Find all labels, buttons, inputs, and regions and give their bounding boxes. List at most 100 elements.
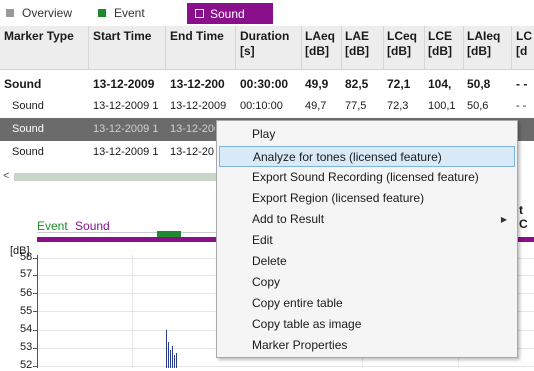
column-divider[interactable] [511,26,512,70]
tab-event-label: Event [114,6,145,20]
overview-swatch-icon [6,9,14,17]
tab-sound-label: Sound [210,6,245,21]
column-divider[interactable] [463,26,464,70]
y-tick-label: 52 [20,359,33,371]
header-end-time[interactable]: End Time [170,29,224,44]
cell-end-time: 13-12-2009 [170,100,227,112]
cell-lae: 82,5 [345,77,369,91]
graph-legend-event: Event [37,219,68,233]
cell-end-time: 13-12-20 [170,146,214,158]
column-divider[interactable] [301,26,302,70]
y-tick-mark [33,311,37,312]
menu-item-edit[interactable]: Edit [217,230,517,251]
header-lceq[interactable]: LCeq [dB] [387,29,423,59]
table-header: Marker Type Start Time End Time Duration… [0,26,534,70]
y-tick-mark [33,348,37,349]
cell-laieq: 50,8 [467,77,491,91]
menu-item-label: Copy entire table [252,296,343,310]
tab-sound[interactable]: Sound [187,3,273,24]
cell-marker-type: Sound [12,123,44,135]
menu-item-marker-properties[interactable]: Marker Properties [217,335,517,356]
cell-laeq: 49,7 [305,100,327,112]
cell-marker-type: Sound [12,100,44,112]
level-trace-segment [170,350,171,368]
menu-item-add-to-result[interactable]: Add to Result ▶ [217,209,517,230]
header-lc-partial[interactable]: LC [d [516,29,534,59]
menu-item-analyze-tones[interactable]: Analyze for tones (licensed feature) [219,146,515,167]
menu-item-label: Copy [252,275,281,289]
gridline [38,366,534,367]
menu-item-label: Analyze for tones (licensed feature) [253,150,442,164]
y-tick-label: 54 [20,323,33,335]
cell-lceq: 72,3 [387,100,409,112]
cell-laieq: 50,6 [467,100,489,112]
menu-item-copy-entire-table[interactable]: Copy entire table [217,293,517,314]
cell-marker-type: Sound [4,77,42,91]
menu-item-label: Marker Properties [252,338,348,352]
cell-start-time: 13-12-2009 1 [93,123,159,135]
scroll-left-icon[interactable]: < [3,170,9,182]
menu-item-label: Edit [252,233,273,247]
column-divider[interactable] [341,26,342,70]
menu-item-export-region[interactable]: Export Region (licensed feature) [217,188,517,209]
y-tick-label: 58 [20,251,33,263]
level-trace-segment [176,353,177,368]
cell-laeq: 49,9 [305,77,329,91]
submenu-arrow-icon: ▶ [500,215,507,224]
header-marker-type[interactable]: Marker Type [4,29,74,44]
header-laieq[interactable]: LAIeq [dB] [467,29,507,59]
sound-checkbox-icon [195,9,204,18]
cell-lc: - - [516,77,528,91]
graph-legend-sound: Sound [75,219,110,233]
cell-lc: - - [516,100,527,112]
chart-title-partial: t C [519,203,528,231]
menu-item-label: Add to Result [252,212,325,226]
column-divider[interactable] [424,26,425,70]
menu-item-label: Copy table as image [252,317,362,331]
gridline-vertical [132,255,133,368]
menu-item-export-sound[interactable]: Export Sound Recording (licensed feature… [217,167,517,188]
y-tick-mark [33,258,37,259]
column-divider[interactable] [88,26,89,70]
menu-item-delete[interactable]: Delete [217,251,517,272]
cell-duration: 00:10:00 [240,100,283,112]
scrollbar-thumb[interactable] [14,173,234,181]
cell-marker-type: Sound [12,146,44,158]
cell-lceq: 72,1 [387,77,411,91]
cell-lce: 104, [428,77,452,91]
cell-lae: 77,5 [345,100,367,112]
y-tick-mark [33,293,37,294]
cell-lce: 100,1 [428,100,456,112]
cell-start-time: 13-12-2009 1 [93,146,159,158]
header-lae[interactable]: LAE [dB] [345,29,375,59]
header-start-time[interactable]: Start Time [93,29,151,44]
column-divider[interactable] [235,26,236,70]
header-laeq[interactable]: LAeq [dB] [305,29,341,59]
tab-event[interactable]: Event [98,3,145,23]
table-row[interactable]: Sound 13-12-2009 13-12-200 00:30:00 49,9… [0,72,534,95]
header-duration[interactable]: Duration [s] [240,29,300,59]
tab-overview-label: Overview [22,6,73,20]
cell-end-time: 13-12-200 [170,77,225,91]
column-divider[interactable] [165,26,166,70]
tab-overview[interactable]: Overview [6,3,72,23]
graph-legend: Event Sound [37,219,110,233]
menu-item-label: Export Sound Recording (licensed feature… [252,170,479,184]
y-tick-label: 53 [20,341,33,353]
level-trace-segment [168,342,169,368]
cell-duration: 00:30:00 [240,77,289,91]
header-lce[interactable]: LCE [dB] [428,29,458,59]
cell-start-time: 13-12-2009 1 [93,100,159,112]
y-tick-mark [33,275,37,276]
level-trace-segment [172,346,173,368]
legend-tab-bar: Overview Event Sound [0,0,534,26]
table-row[interactable]: Sound 13-12-2009 1 13-12-2009 00:10:00 4… [0,95,534,118]
level-trace-segment [174,355,175,368]
menu-item-copy[interactable]: Copy [217,272,517,293]
y-tick-mark [33,366,37,367]
context-menu: Play Analyze for tones (licensed feature… [216,120,518,358]
menu-item-play[interactable]: Play [217,124,517,145]
cell-start-time: 13-12-2009 [93,77,155,91]
column-divider[interactable] [383,26,384,70]
menu-item-copy-table-image[interactable]: Copy table as image [217,314,517,335]
